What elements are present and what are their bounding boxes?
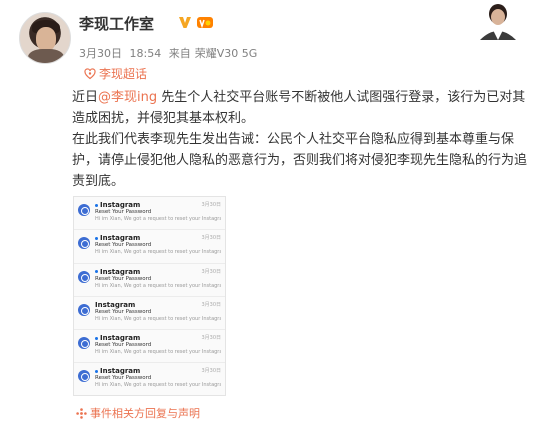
post-time[interactable]: 18:54	[130, 47, 162, 60]
instagram-icon	[78, 204, 90, 216]
email-row[interactable]: Instagram Reset Your Password Hi im Xian, …	[74, 230, 225, 264]
source-device[interactable]: 荣耀V30 5G	[195, 47, 258, 60]
email-sender-name: Instagram	[95, 300, 136, 309]
instagram-icon	[78, 337, 90, 350]
unread-dot-icon	[95, 336, 98, 340]
email-subject: Reset Your Password	[95, 209, 152, 215]
unread-dot-icon	[95, 369, 98, 373]
email-preview: Hi im Xian, We got a request to reset yo…	[95, 249, 221, 256]
email-sender-name: Instagram	[100, 334, 141, 343]
paragraph-1-start: 近日	[72, 90, 99, 105]
email-date: 3月30日	[201, 368, 221, 375]
email-date: 3月30日	[201, 202, 221, 208]
email-date: 3月30日	[201, 235, 221, 242]
email-preview: Hi im Xian, We got a request to reset yo…	[95, 349, 221, 356]
email-row[interactable]: Instagram Reset Your Password Hi im Xian, …	[74, 297, 225, 331]
author-avatar[interactable]	[19, 12, 71, 64]
email-row[interactable]: Instagram Reset Your Password Hi im Xian, …	[74, 264, 225, 297]
post-body: 近日@李现ing 先生个人社交平台账号不断被他人试图强行登录，该行为已对其造成困…	[72, 87, 538, 192]
post-date[interactable]: 3月30日	[79, 47, 122, 60]
person-photo-icon	[480, 4, 516, 40]
author-name[interactable]: 李现工作室	[79, 13, 154, 34]
instagram-icon	[78, 270, 90, 283]
email-row[interactable]: Instagram Reset Your Password Hi im Xian, …	[74, 363, 225, 395]
email-row[interactable]: Instagram Reset Your Password Hi im Xian, …	[74, 330, 225, 364]
super-topic-label: 李现超话	[99, 67, 148, 81]
vip-level-icon[interactable]	[196, 15, 214, 30]
email-preview: Hi im Xian, We got a request to reset yo…	[95, 282, 221, 289]
super-topic-tag[interactable]: 李现超话	[84, 65, 147, 82]
post-meta: 3月30日 18:54 来自 荣耀V30 5G	[79, 45, 261, 61]
email-sender-name: Instagram	[100, 234, 141, 243]
weibo-post-card: 李现工作室 3月30日 18:54 来自 荣耀V30 5G 李现超话 近日@李现i…	[0, 0, 550, 432]
related-statement-link[interactable]: 事件相关方回复与声明	[76, 405, 200, 421]
email-sender-name: Instagram	[100, 201, 141, 209]
email-subject: Reset Your Password	[95, 275, 152, 282]
super-topic-icon	[84, 67, 96, 79]
email-preview: Hi im Xian, We got a request to reset yo…	[95, 216, 221, 222]
link-icon	[76, 407, 87, 419]
email-date: 3月30日	[201, 301, 221, 308]
email-subject: Reset Your Password	[95, 342, 152, 349]
email-preview: Hi im Xian, We got a request to reset yo…	[95, 315, 221, 322]
source-prefix: 来自	[168, 47, 191, 60]
mention-link[interactable]: @李现ing	[98, 90, 157, 105]
email-row[interactable]: Instagram Reset Your Password Hi im Xian, …	[74, 197, 225, 231]
related-statement-label: 事件相关方回复与声明	[90, 407, 200, 420]
attached-email-screenshot[interactable]: Instagram Reset Your Password Hi im Xian, …	[73, 196, 226, 396]
email-subject: Reset Your Password	[95, 242, 152, 249]
instagram-icon	[78, 237, 90, 250]
email-preview: Hi im Xian, We got a request to reset yo…	[95, 382, 221, 389]
email-subject: Reset Your Password	[95, 308, 152, 315]
avatar-face	[36, 27, 56, 51]
avatar-body	[28, 49, 64, 63]
email-subject: Reset Your Password	[95, 375, 152, 382]
instagram-icon	[78, 303, 90, 316]
email-sender-name: Instagram	[100, 267, 141, 276]
email-date: 3月30日	[201, 335, 221, 342]
unread-dot-icon	[95, 270, 98, 274]
post-paragraph-2: 在此我们代表李现先生发出告诫：公民个人社交平台隐私应得到基本尊重与保护，请停止侵…	[72, 132, 528, 189]
profile-cover-photo	[460, 0, 540, 40]
unread-dot-icon	[95, 236, 98, 240]
unread-dot-icon	[95, 203, 98, 207]
verified-v-icon[interactable]	[178, 15, 192, 29]
email-sender-name: Instagram	[100, 367, 141, 376]
instagram-icon	[78, 370, 90, 383]
post-paragraph-1: 近日@李现ing 先生个人社交平台账号不断被他人试图强行登录，该行为已对其造成困…	[72, 87, 538, 129]
email-date: 3月30日	[201, 268, 221, 275]
